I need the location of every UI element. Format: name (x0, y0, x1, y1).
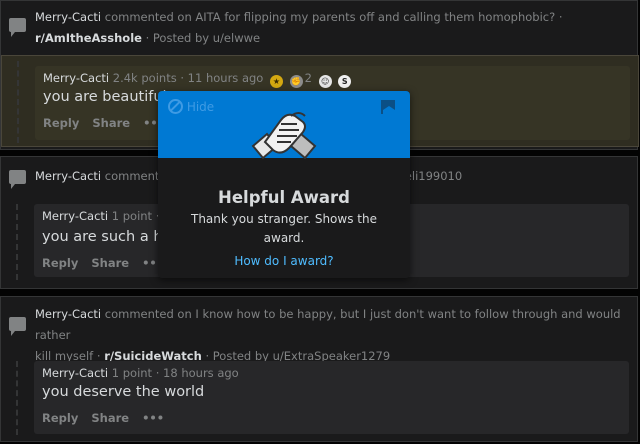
flag-icon[interactable] (380, 99, 396, 115)
points: 2.4k points (112, 71, 177, 85)
reply-button[interactable]: Reply (43, 116, 79, 130)
award-tooltip: Hide Helpful Award Thank you stranger. S… (158, 91, 410, 278)
comment-meta: Merry-Cacti 2.4k points · 11 hours ago ★… (43, 71, 352, 88)
comment-meta: Merry-Cacti 1 point · 18 hours ago (42, 366, 239, 380)
thread-line[interactable] (17, 61, 19, 143)
comment-box: Merry-Cacti 1 point · 18 hours ago you d… (34, 361, 629, 434)
comment-body: you deserve the world (42, 384, 205, 400)
thread-line[interactable] (16, 361, 18, 435)
comment-body: you are such a hu (42, 229, 172, 245)
hide-icon (168, 99, 183, 114)
award-title: Helpful Award (218, 188, 350, 207)
comment-actions: Reply Share ••• (42, 411, 173, 425)
username-link[interactable]: Merry-Cacti (35, 307, 101, 321)
subreddit-link[interactable]: r/AmItheAsshole (35, 31, 142, 45)
award-count: 2 (304, 71, 312, 85)
helpful-award-icon[interactable]: ✊ (289, 75, 303, 88)
points: 1 point (111, 366, 153, 380)
comment-author[interactable]: Merry-Cacti (42, 209, 108, 223)
wholesome-award-icon[interactable]: ☺ (318, 75, 332, 88)
username-link[interactable]: Merry-Cacti (35, 10, 101, 24)
share-button[interactable]: Share (91, 256, 129, 270)
post-title-link[interactable]: AITA for flipping my parents off and cal… (195, 10, 555, 24)
comment-actions: Reply Share ••• (42, 256, 173, 270)
timestamp: · 18 hours ago (155, 366, 239, 380)
chat-icon (9, 170, 26, 189)
gold-award-icon[interactable]: ★ (270, 75, 283, 88)
timestamp: · 11 hours ago (180, 71, 264, 85)
award-description: Thank you stranger. Shows the award. (191, 212, 377, 245)
comment-card[interactable]: Merry-Cacti commented on I know how to b… (0, 296, 638, 442)
how-to-award-link[interactable]: How do I award? (158, 254, 410, 268)
comment-actions: Reply Share ••• (43, 116, 174, 130)
posted-by: · Posted by u/elwwe (145, 31, 261, 45)
hide-button[interactable]: Hide (168, 99, 214, 114)
comment-author[interactable]: Merry-Cacti (42, 366, 108, 380)
more-options-button[interactable]: ••• (142, 411, 164, 425)
chat-icon (9, 18, 26, 37)
share-button[interactable]: Share (91, 411, 129, 425)
silver-award-icon[interactable]: S (338, 75, 352, 88)
username-link[interactable]: Merry-Cacti (35, 169, 101, 183)
reply-button[interactable]: Reply (42, 411, 78, 425)
reply-button[interactable]: Reply (42, 256, 78, 270)
comment-meta: Merry-Cacti 1 point · (42, 209, 159, 223)
comment-body: you are beautiful (43, 89, 167, 105)
chat-icon (9, 317, 26, 336)
comment-author[interactable]: Merry-Cacti (43, 71, 109, 85)
share-button[interactable]: Share (92, 116, 130, 130)
thread-line[interactable] (16, 204, 18, 280)
card-header: Merry-Cacti commented on I know how to b… (35, 307, 621, 363)
points: 1 point (111, 209, 153, 223)
handshake-icon (251, 112, 317, 160)
card-header: Merry-Cacti commented on AITA for flippi… (35, 10, 563, 45)
